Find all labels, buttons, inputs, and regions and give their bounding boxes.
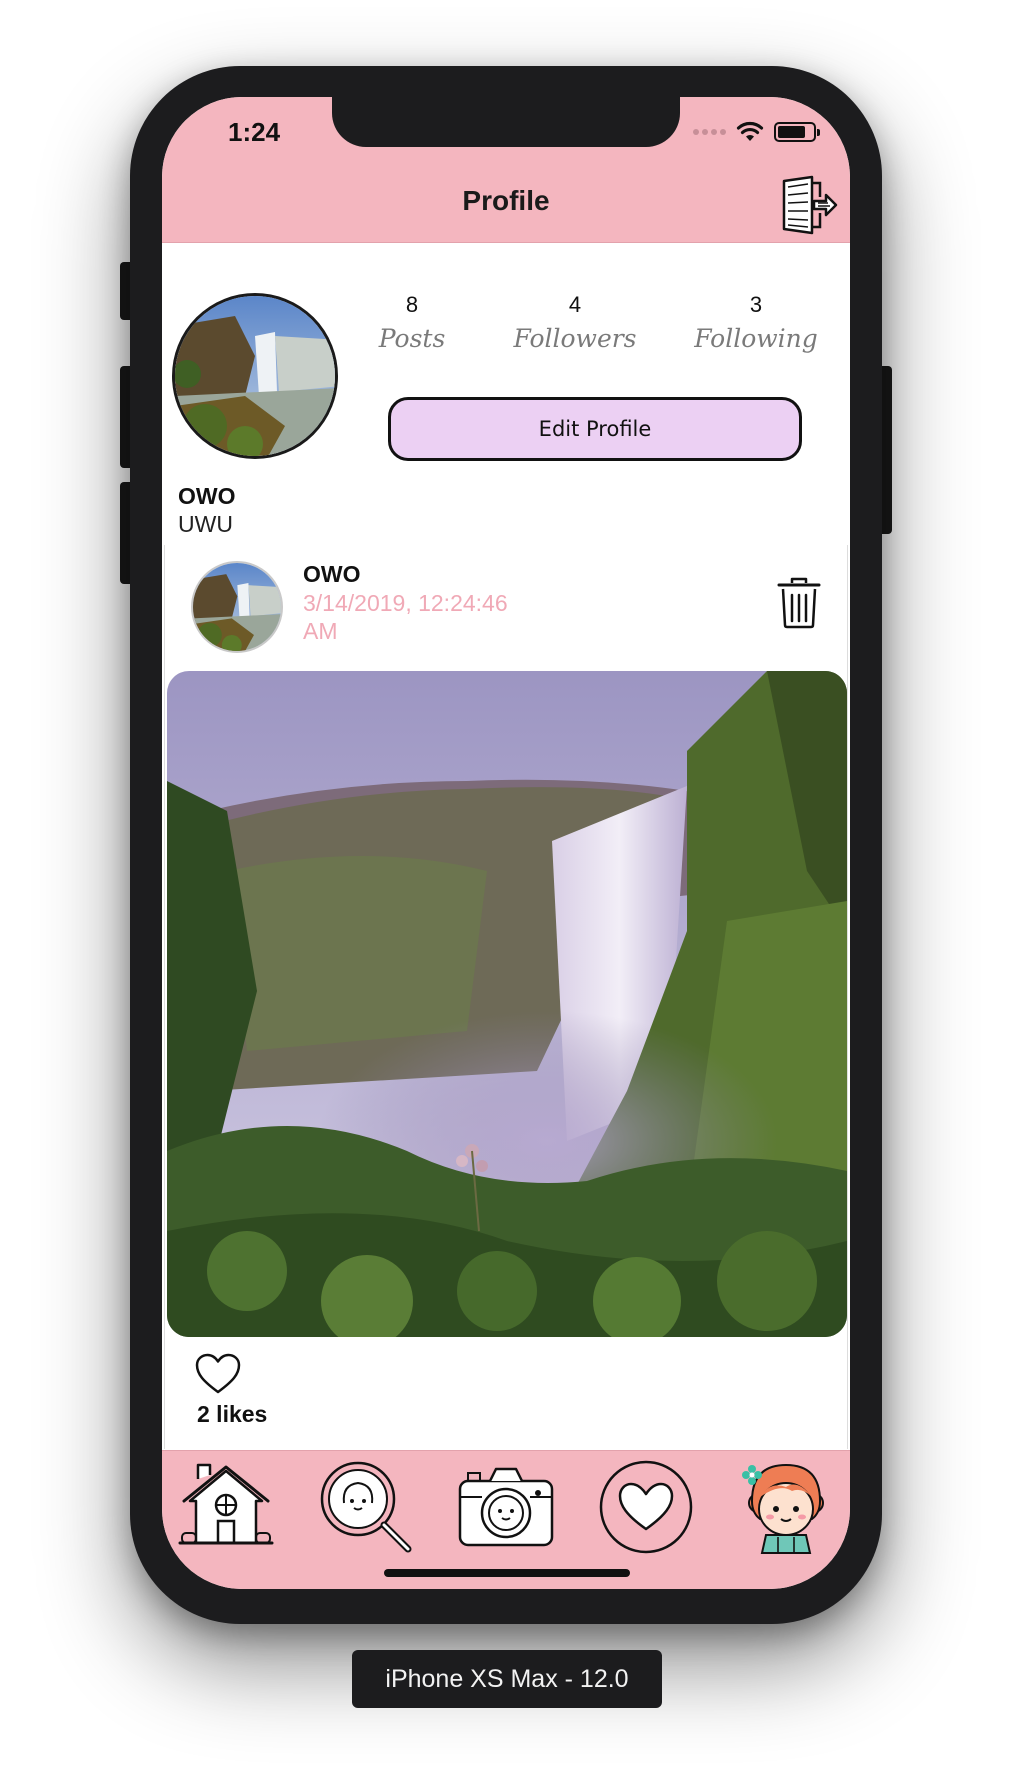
- phone-screen: 1:24 Profile 8 Posts 4 Followers 3 Follo…: [162, 97, 850, 1589]
- posts-stat[interactable]: 8 Posts: [342, 292, 482, 353]
- home-indicator[interactable]: [384, 1569, 630, 1577]
- waterfall-photo: [167, 671, 847, 1337]
- status-icons: [693, 121, 820, 143]
- signal-icon: [693, 129, 726, 135]
- heart-outline-icon: [195, 1353, 241, 1394]
- following-stat[interactable]: 3 Following: [686, 292, 826, 353]
- logout-button[interactable]: [778, 175, 838, 235]
- tab-camera[interactable]: [456, 1457, 556, 1557]
- post-card: OWO 3/14/2019, 12:24:46 AM 2 likes: [164, 545, 848, 1449]
- posts-label: Posts: [378, 324, 446, 353]
- status-time: 1:24: [228, 117, 281, 147]
- post-timestamp: 3/14/2019, 12:24:46 AM: [303, 590, 508, 644]
- search-magnifier-icon: [320, 1461, 412, 1553]
- trash-icon: [777, 577, 821, 629]
- followers-count: 4: [568, 292, 582, 317]
- followers-stat[interactable]: 4 Followers: [505, 292, 645, 353]
- following-count: 3: [749, 292, 763, 317]
- page-title: Profile: [462, 185, 550, 216]
- tab-bar: [162, 1450, 850, 1589]
- profile-handle: UWU: [178, 511, 233, 537]
- tab-search[interactable]: [316, 1457, 416, 1557]
- logout-door-icon: [782, 175, 838, 235]
- following-label: Following: [694, 324, 818, 353]
- post-author-name[interactable]: OWO: [303, 561, 361, 588]
- posts-count: 8: [405, 292, 419, 317]
- wifi-icon: [736, 121, 764, 141]
- profile-name: OWO: [178, 483, 236, 509]
- camera-icon: [458, 1467, 554, 1547]
- post-photo[interactable]: [167, 671, 847, 1337]
- battery-icon: [774, 122, 820, 142]
- post-avatar-image: [193, 563, 281, 651]
- profile-girl-icon: [742, 1463, 824, 1554]
- heart-activity-icon: [599, 1460, 693, 1554]
- avatar-waterfall-image: [175, 296, 335, 456]
- like-button[interactable]: [195, 1353, 241, 1395]
- likes-count[interactable]: 2 likes: [197, 1401, 267, 1428]
- notch: [332, 97, 680, 147]
- followers-label: Followers: [513, 324, 637, 353]
- post-author-avatar[interactable]: [191, 561, 283, 653]
- tab-home[interactable]: [176, 1457, 276, 1557]
- navigation-bar: 1:24 Profile: [162, 97, 850, 243]
- tab-activity[interactable]: [596, 1457, 696, 1557]
- tab-profile[interactable]: [736, 1457, 836, 1557]
- profile-avatar[interactable]: [172, 293, 338, 459]
- simulator-device-label: iPhone XS Max - 12.0: [352, 1650, 662, 1708]
- home-house-icon: [178, 1463, 274, 1545]
- delete-post-button[interactable]: [777, 577, 821, 629]
- edit-profile-button[interactable]: Edit Profile: [388, 397, 802, 461]
